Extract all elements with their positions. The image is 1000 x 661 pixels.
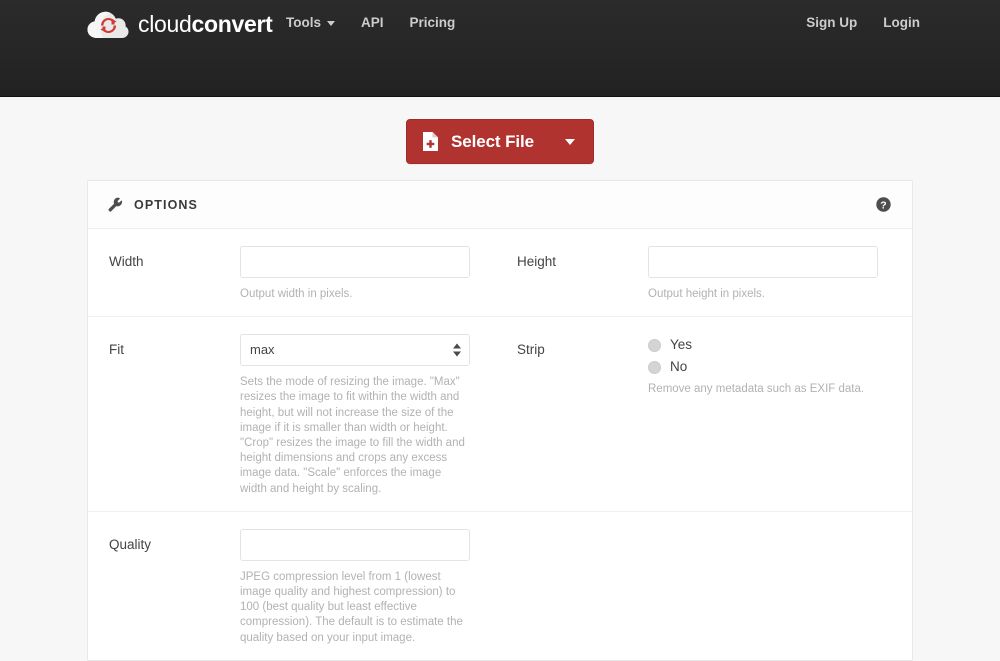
- strip-radio-yes[interactable]: Yes: [648, 336, 878, 354]
- radio-dot-icon: [648, 338, 661, 352]
- nav-item-login[interactable]: Login: [857, 13, 920, 33]
- form-row-dimensions: Width Output width in pixels. Height Out…: [88, 229, 912, 318]
- site-header: cloudconvert Tools API Pricing Sign Up L…: [0, 0, 1000, 97]
- nav-item-pricing-label: Pricing: [409, 15, 456, 30]
- nav-item-api[interactable]: API: [348, 13, 397, 33]
- width-label: Width: [109, 254, 144, 269]
- height-label: Height: [517, 254, 557, 269]
- question-circle-icon[interactable]: ?: [876, 197, 891, 212]
- brand-logo-link[interactable]: cloudconvert: [87, 5, 273, 43]
- strip-radio-yes-label: Yes: [670, 337, 693, 353]
- brand-name-light: cloud: [138, 10, 192, 37]
- quality-input[interactable]: [240, 528, 470, 561]
- width-help-text: Output width in pixels.: [240, 288, 353, 300]
- quality-help-text: JPEG compression level from 1 (lowest im…: [240, 570, 463, 644]
- field-group-strip: Strip Yes No Remove any metadata such as…: [500, 317, 912, 511]
- account-navigation: Sign Up Login: [780, 13, 920, 33]
- radio-dot-icon: [648, 360, 661, 374]
- svg-text:?: ?: [880, 199, 886, 211]
- nav-item-tools-label: Tools: [286, 15, 321, 30]
- strip-radio-no-label: No: [670, 359, 688, 375]
- field-group-quality: Quality JPEG compression level from 1 (l…: [88, 512, 500, 660]
- field-group-height: Height Output height in pixels.: [500, 229, 912, 316]
- wrench-icon: [108, 197, 123, 212]
- strip-label: Strip: [517, 342, 545, 358]
- nav-item-tools[interactable]: Tools: [286, 13, 348, 33]
- options-panel: OPTIONS ? Width Output width in pixels. …: [87, 180, 913, 661]
- file-add-icon: [423, 132, 438, 151]
- chevron-down-icon: [327, 20, 335, 26]
- options-panel-title: OPTIONS: [134, 197, 198, 212]
- brand-name-bold: convert: [191, 10, 273, 37]
- fit-help-text: Sets the mode of resizing the image. "Ma…: [240, 376, 465, 495]
- nav-item-api-label: API: [361, 15, 384, 30]
- select-file-area: Select File: [0, 119, 1000, 164]
- field-group-fit: Fit max Sets the mode of resizing the im…: [88, 317, 500, 511]
- strip-radio-group: Yes No: [648, 334, 878, 376]
- cloud-sync-icon: [87, 8, 129, 40]
- field-group-width: Width Output width in pixels.: [88, 229, 500, 316]
- form-row-fit-strip: Fit max Sets the mode of resizing the im…: [88, 317, 912, 512]
- height-input[interactable]: [648, 246, 878, 278]
- select-file-label: Select File: [451, 131, 534, 151]
- field-group-empty: [500, 512, 912, 660]
- nav-item-pricing[interactable]: Pricing: [397, 13, 469, 33]
- form-row-quality: Quality JPEG compression level from 1 (l…: [88, 512, 912, 660]
- nav-item-signup[interactable]: Sign Up: [780, 13, 857, 33]
- fit-label: Fit: [109, 342, 124, 358]
- strip-radio-no[interactable]: No: [648, 358, 878, 376]
- select-file-button[interactable]: Select File: [406, 119, 594, 164]
- options-panel-header: OPTIONS ?: [88, 181, 912, 229]
- brand-name: cloudconvert: [138, 10, 273, 37]
- primary-navigation: Tools API Pricing: [286, 13, 468, 33]
- quality-label: Quality: [109, 536, 152, 552]
- height-help-text: Output height in pixels.: [648, 288, 765, 300]
- width-input[interactable]: [240, 246, 470, 278]
- chevron-down-icon[interactable]: [565, 138, 575, 145]
- strip-help-text: Remove any metadata such as EXIF data.: [648, 383, 865, 396]
- fit-select[interactable]: max: [240, 334, 470, 367]
